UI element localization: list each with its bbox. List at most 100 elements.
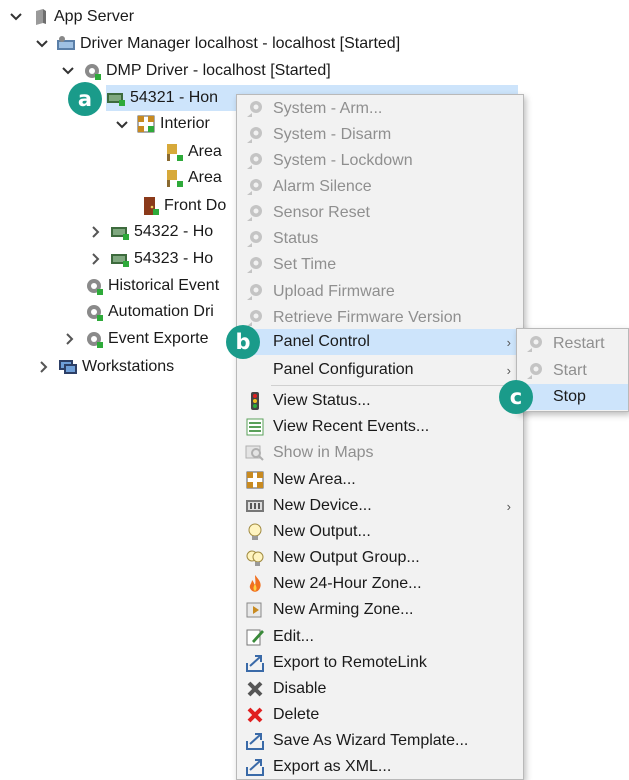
menu-item-retrieve-firmware-version[interactable]: Retrieve Firmware Version — [237, 305, 523, 331]
tree-item-dmp-driver[interactable]: DMP Driver - localhost [Started] — [82, 58, 331, 84]
gear-icon — [245, 203, 265, 223]
panel-control-submenu: Restart Start Stop — [516, 328, 629, 412]
submenu-item-restart[interactable]: Restart — [517, 331, 628, 357]
tree-item-area[interactable]: Area — [164, 165, 222, 191]
menu-item-delete[interactable]: Delete — [237, 702, 523, 728]
device-icon — [245, 496, 265, 516]
chevron-down-icon[interactable] — [60, 63, 76, 79]
tree-item-area[interactable]: Area — [164, 139, 222, 165]
menu-item-new-device[interactable]: New Device... › — [237, 493, 523, 519]
gear-icon — [245, 255, 265, 275]
tree-label: DMP Driver - localhost [Started] — [106, 62, 331, 79]
gear-icon — [84, 329, 104, 349]
gear-icon — [84, 276, 104, 296]
tree-label: App Server — [54, 8, 135, 25]
menu-item-system-arm[interactable]: System - Arm... — [237, 96, 523, 122]
gear-icon — [82, 61, 102, 81]
tree-item-automation-driver[interactable]: Automation Dri — [84, 299, 214, 325]
menu-item-sensor-reset[interactable]: Sensor Reset — [237, 200, 523, 226]
menu-item-set-time[interactable]: Set Time — [237, 252, 523, 278]
chevron-down-icon[interactable] — [34, 36, 50, 52]
gear-icon — [525, 361, 545, 381]
menu-item-disable[interactable]: Disable — [237, 676, 523, 702]
lightbulb-icon — [245, 522, 265, 542]
gear-icon — [245, 99, 265, 119]
event-list-icon — [245, 417, 265, 437]
gear-icon — [245, 177, 265, 197]
workstation-icon — [58, 357, 78, 377]
gear-icon — [245, 125, 265, 145]
chevron-right-icon: › — [506, 362, 511, 378]
export-icon — [245, 653, 265, 673]
tree-label: Area — [188, 169, 222, 186]
chevron-down-icon[interactable] — [114, 117, 130, 133]
tree-item-panel-54323[interactable]: 54323 - Ho — [110, 246, 213, 272]
menu-item-save-as-wizard-template[interactable]: Save As Wizard Template... — [237, 728, 523, 754]
tree-label: Front Do — [164, 197, 227, 214]
tree-label: Historical Event — [108, 277, 220, 294]
arming-zone-icon — [245, 600, 265, 620]
menu-item-view-status[interactable]: View Status... — [237, 388, 523, 414]
panel-board-icon — [110, 249, 130, 269]
tree-item-front-door[interactable]: Front Do — [140, 193, 226, 219]
tree-item-historical-events[interactable]: Historical Event — [84, 273, 219, 299]
callout-badge-b: b — [226, 325, 260, 359]
chevron-right-icon: › — [506, 334, 511, 350]
export-icon — [245, 731, 265, 751]
tree-label: Interior — [160, 115, 210, 132]
export-icon — [245, 757, 265, 777]
menu-item-system-disarm[interactable]: System - Disarm — [237, 122, 523, 148]
chevron-right-icon[interactable] — [62, 331, 78, 347]
menu-item-alarm-silence[interactable]: Alarm Silence — [237, 174, 523, 200]
submenu-item-stop[interactable]: Stop — [517, 384, 628, 410]
tree-item-panel-54322[interactable]: 54322 - Ho — [110, 219, 213, 245]
server-icon — [30, 7, 50, 27]
area-icon — [136, 114, 156, 134]
submenu-item-start[interactable]: Start — [517, 358, 628, 384]
panel-board-icon — [106, 88, 126, 108]
tree-label: Automation Dri — [108, 303, 214, 320]
flame-icon — [245, 574, 265, 594]
menu-item-view-recent-events[interactable]: View Recent Events... — [237, 414, 523, 440]
menu-item-status[interactable]: Status — [237, 226, 523, 252]
menu-item-system-lockdown[interactable]: System - Lockdown — [237, 148, 523, 174]
menu-item-upload-firmware[interactable]: Upload Firmware — [237, 279, 523, 305]
menu-item-new-arming-zone[interactable]: New Arming Zone... — [237, 597, 523, 623]
context-menu: System - Arm... System - Disarm System -… — [236, 94, 524, 780]
menu-item-new-output-group[interactable]: New Output Group... — [237, 545, 523, 571]
menu-item-new-area[interactable]: New Area... — [237, 467, 523, 493]
gear-icon — [84, 302, 104, 322]
area-zone-icon — [164, 168, 184, 188]
menu-item-export-to-remotelink[interactable]: Export to RemoteLink — [237, 650, 523, 676]
gear-icon — [245, 282, 265, 302]
tree-item-driver-manager[interactable]: Driver Manager localhost - localhost [St… — [56, 31, 400, 57]
chevron-right-icon: › — [506, 498, 511, 514]
traffic-light-icon — [245, 391, 265, 411]
chevron-right-icon[interactable] — [88, 224, 104, 240]
tree-item-event-exporter[interactable]: Event Exporte — [84, 326, 209, 352]
area-icon — [245, 470, 265, 490]
callout-badge-c: c — [499, 380, 533, 414]
chevron-right-icon[interactable] — [36, 359, 52, 375]
gear-icon — [525, 334, 545, 354]
menu-item-panel-control[interactable]: Panel Control › — [237, 329, 523, 355]
area-zone-icon — [164, 142, 184, 162]
menu-item-export-as-xml[interactable]: Export as XML... — [237, 754, 523, 780]
menu-item-new-output[interactable]: New Output... — [237, 519, 523, 545]
panel-board-icon — [110, 222, 130, 242]
menu-item-show-in-maps[interactable]: Show in Maps — [237, 440, 523, 466]
tree-label: Area — [188, 143, 222, 160]
driver-manager-icon — [56, 34, 76, 54]
gear-icon — [245, 229, 265, 249]
chevron-right-icon[interactable] — [88, 251, 104, 267]
menu-item-panel-configuration[interactable]: Panel Configuration › — [237, 357, 523, 383]
tree-item-workstations[interactable]: Workstations — [58, 354, 174, 380]
tree-label: 54322 - Ho — [134, 223, 214, 240]
tree-item-interior[interactable]: Interior — [136, 111, 210, 137]
tree-label: Workstations — [82, 358, 175, 375]
chevron-down-icon[interactable] — [8, 9, 24, 25]
menu-item-edit[interactable]: Edit... — [237, 624, 523, 650]
menu-item-new-24-hour-zone[interactable]: New 24-Hour Zone... — [237, 571, 523, 597]
tree-item-app-server[interactable]: App Server — [30, 4, 134, 30]
lightbulb-group-icon — [245, 548, 265, 568]
